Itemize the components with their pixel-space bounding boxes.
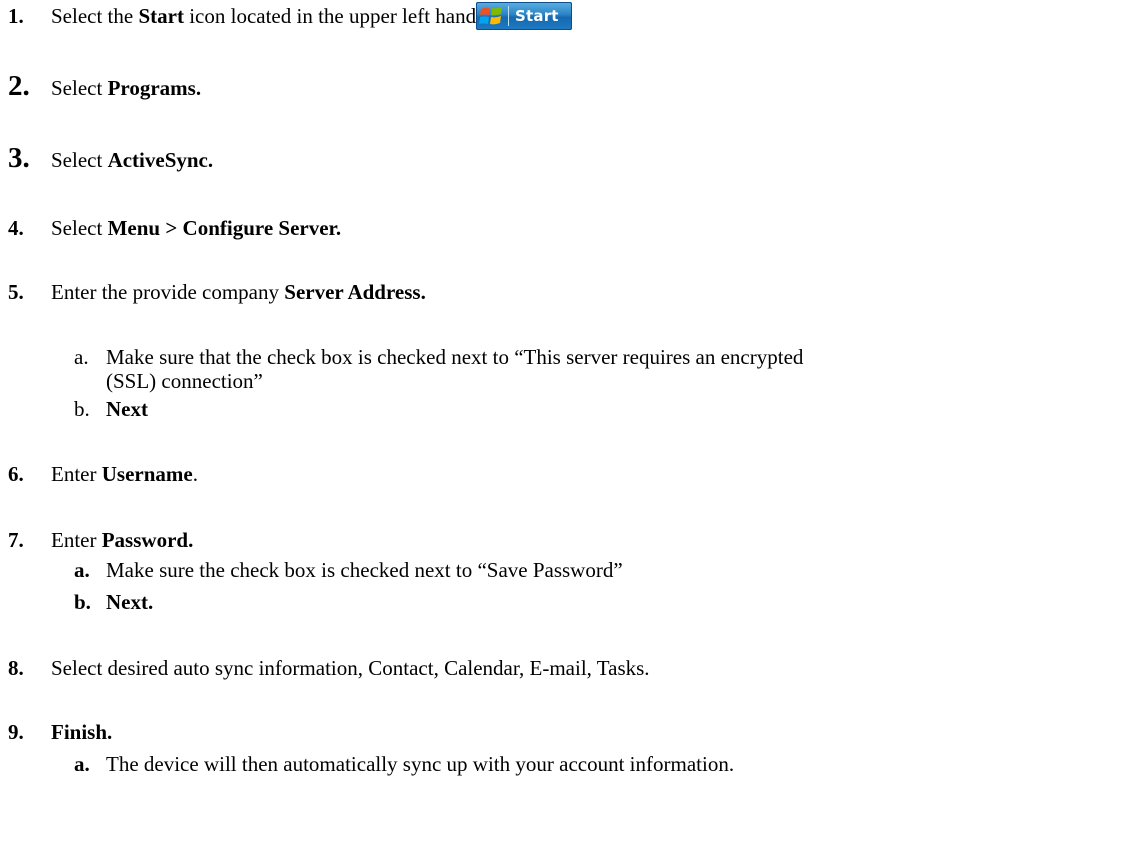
windows-logo-icon xyxy=(476,2,506,30)
instructions-page: 1. Select the Start icon located in the u… xyxy=(0,0,1133,865)
step-number: 3. xyxy=(8,142,30,174)
step-bold-text: Password. xyxy=(101,528,194,552)
substep-letter: a. xyxy=(74,558,90,582)
step-bold-text: Programs. xyxy=(107,76,202,100)
substep-letter: b. xyxy=(74,590,91,614)
step-text: Enter the provide company xyxy=(51,280,285,304)
substep-text: The device will then automatically sync … xyxy=(106,752,735,776)
start-label: Start xyxy=(515,7,559,25)
substep-letter: a. xyxy=(74,345,89,369)
step-bold-text: Server Address. xyxy=(284,280,426,304)
step-text: Select desired auto sync information, Co… xyxy=(51,656,650,680)
step-number: 6. xyxy=(8,462,24,486)
start-divider xyxy=(508,6,509,26)
substep-9a: a. The device will then automatically syn… xyxy=(74,752,734,776)
step-bold-text: Menu > Configure Server. xyxy=(107,216,342,240)
step-bold-text: Start xyxy=(138,4,184,28)
step-8: 8. Select desired auto sync information, … xyxy=(8,656,650,680)
substep-7a: a. Make sure the check box is checked nex… xyxy=(74,558,623,582)
substep-5b: b. Next xyxy=(74,397,148,421)
step-text: Select xyxy=(51,148,108,172)
step-number: 1. xyxy=(8,4,24,28)
step-9: 9. Finish. xyxy=(8,720,112,744)
step-number: 7. xyxy=(8,528,24,552)
step-text: Enter xyxy=(51,528,102,552)
step-bold-text: Username xyxy=(101,462,193,486)
step-text: Select the xyxy=(51,4,139,28)
substep-5a-continued: (SSL) connection” xyxy=(106,369,263,393)
substep-bold-text: Next xyxy=(106,397,148,421)
step-text: . xyxy=(192,462,198,486)
step-4: 4. Select Menu > Configure Server. xyxy=(8,216,341,240)
substep-text: Make sure the check box is checked next … xyxy=(106,558,623,582)
substep-bold-text: Next. xyxy=(106,590,154,614)
substep-letter: b. xyxy=(74,397,90,421)
step-1: 1. Select the Start icon located in the u… xyxy=(8,4,540,28)
step-number: 5. xyxy=(8,280,24,304)
step-7: 7. Enter Password. xyxy=(8,528,193,552)
substep-text: (SSL) connection” xyxy=(106,369,263,393)
substep-5a: a. Make sure that the check box is checke… xyxy=(74,345,803,369)
step-text: Select xyxy=(51,76,108,100)
step-text: Enter xyxy=(51,462,102,486)
step-6: 6. Enter Username. xyxy=(8,462,198,486)
step-number: 4. xyxy=(8,216,24,240)
substep-text: Make sure that the check box is checked … xyxy=(106,345,804,369)
step-3: 3. Select ActiveSync. xyxy=(8,142,214,174)
step-5: 5. Enter the provide company Server Addre… xyxy=(8,280,426,304)
step-number: 2. xyxy=(8,70,30,102)
step-number: 9. xyxy=(8,720,24,744)
substep-7b: b. Next. xyxy=(74,590,153,614)
substep-letter: a. xyxy=(74,752,90,776)
step-bold-text: ActiveSync. xyxy=(107,148,214,172)
step-2: 2. Select Programs. xyxy=(8,70,202,102)
start-button: Start xyxy=(476,2,572,30)
step-text: Select xyxy=(51,216,108,240)
step-bold-text: Finish. xyxy=(51,720,113,744)
step-number: 8. xyxy=(8,656,24,680)
